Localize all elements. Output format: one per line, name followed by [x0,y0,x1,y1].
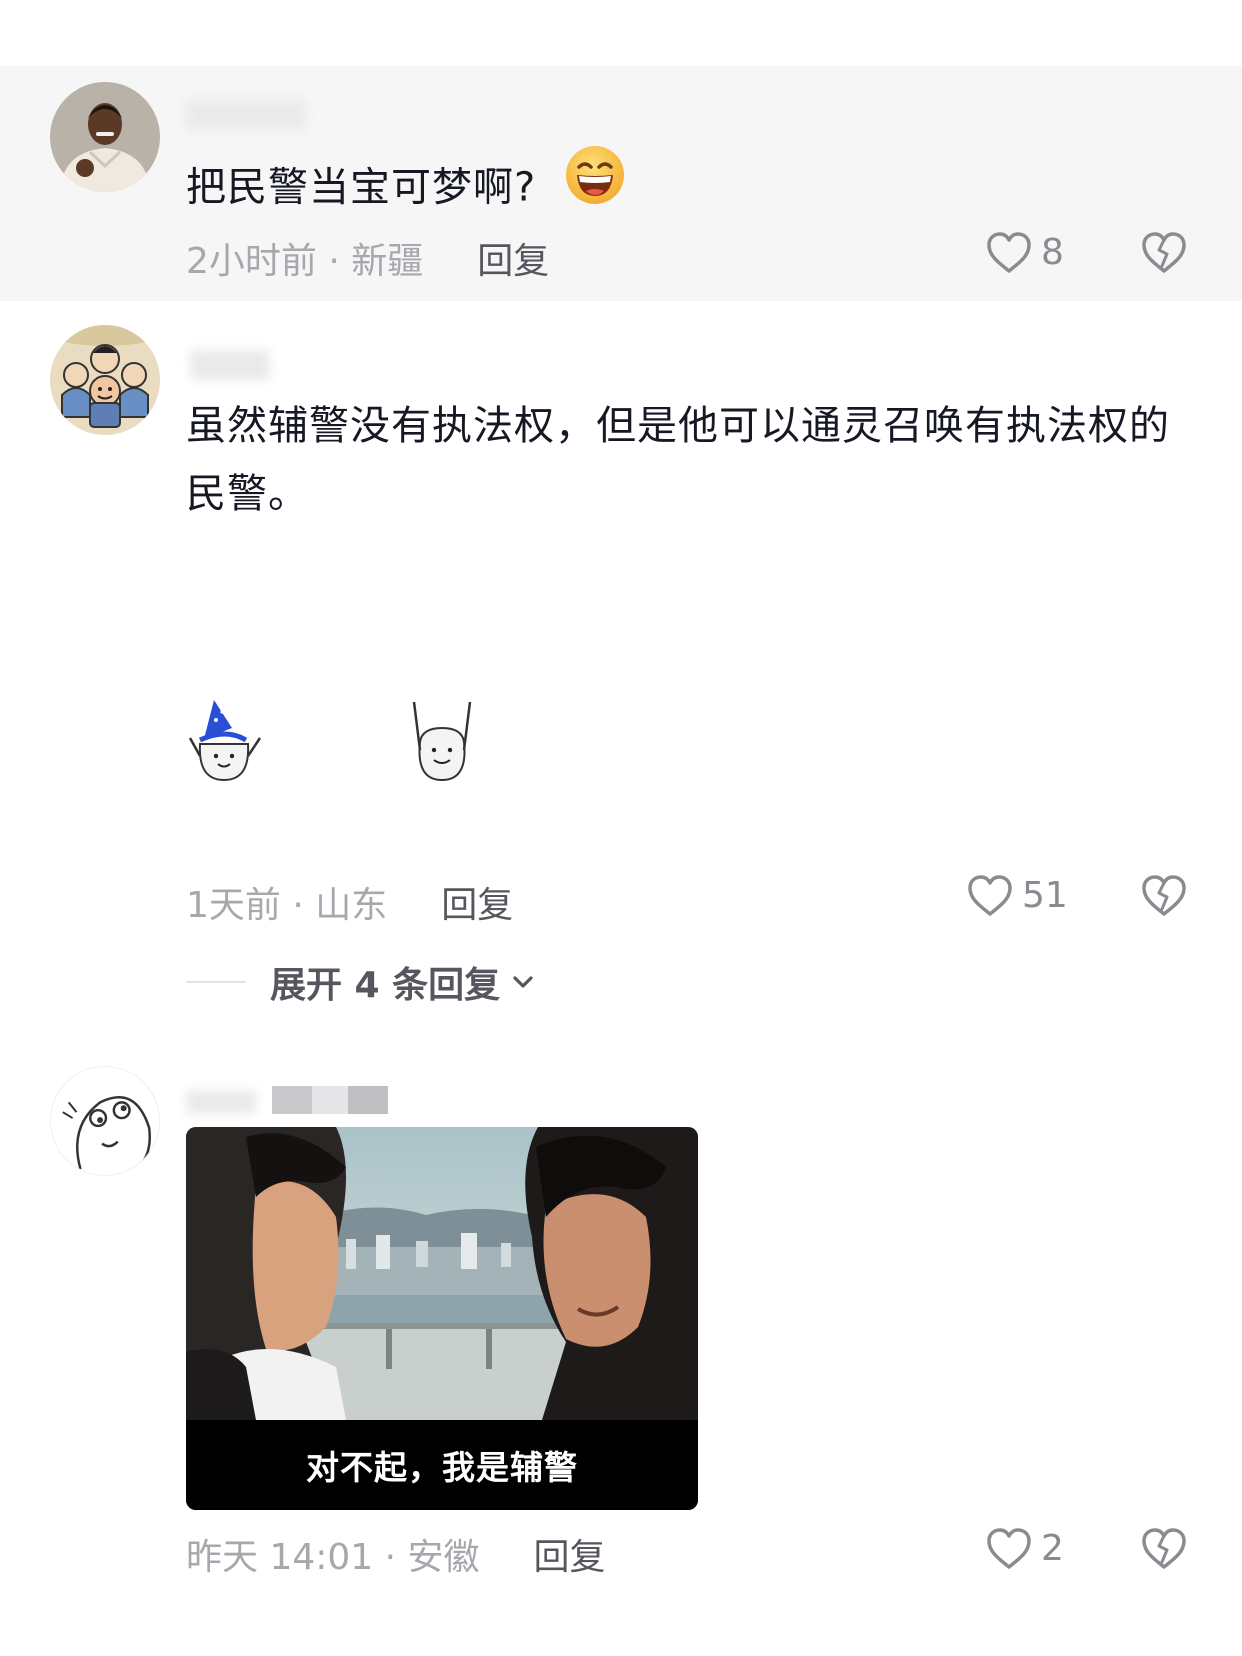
comment-3-meta: 昨天 14:01 · 安徽 回复 [186,1528,606,1580]
expand-replies-button[interactable]: 展开 4 条回复 [186,956,538,1008]
chevron-down-icon [513,976,533,988]
comment-2-time-location: 1天前 · 山东 [186,885,388,926]
broken-heart-icon [1142,1528,1186,1569]
comment-3-dislike-button[interactable] [1140,1526,1188,1574]
comment-3-like-count: 2 [1041,1527,1064,1569]
comment-3-username-pixelated[interactable] [272,1086,388,1114]
comment-2-like-button[interactable]: 51 [966,873,1068,917]
comment-3-reply-button[interactable]: 回复 [534,1528,606,1580]
comment-2-reply-button[interactable]: 回复 [441,876,513,928]
comment-1-like-button[interactable]: 8 [985,230,1064,274]
comment-3-username-blurred-a [186,1090,256,1114]
heart-outline-icon [987,1528,1031,1569]
wizard-hat-cat-sticker [186,694,266,784]
comment-1-text-line: 把民警当宝可梦啊? [186,146,626,231]
heart-outline-icon [987,232,1031,273]
comment-2-dislike-button[interactable] [1140,873,1188,921]
comment-1-text: 把民警当宝可梦啊? [186,164,537,211]
comment-1-reply-button[interactable]: 回复 [477,232,549,284]
comment-2-avatar[interactable] [50,325,160,435]
top-spacer [0,0,1242,66]
broken-heart-icon [1142,232,1186,273]
comment-3-time-location: 昨天 14:01 · 安徽 [186,1537,480,1578]
comment-2-username-blurred[interactable] [190,350,270,380]
image-caption-bar: 对不起，我是辅警 [186,1420,698,1510]
comment-3-avatar[interactable] [50,1066,160,1176]
expand-replies-label: 展开 4 条回复 [270,965,501,1006]
comment-1-meta: 2小时前 · 新疆 回复 [186,232,549,284]
heart-outline-icon [968,875,1012,916]
comment-1-avatar[interactable] [50,82,160,192]
comment-1-time-location: 2小时前 · 新疆 [186,241,424,282]
comment-2-meta: 1天前 · 山东 回复 [186,876,513,928]
hands-up-cat-sticker [404,694,484,784]
comment-2-text: 虽然辅警没有执法权，但是他可以通灵召唤有执法权的民警。 [186,403,1170,517]
movie-still-image [186,1127,698,1420]
comment-1-username-blurred[interactable] [186,100,306,130]
image-caption-text: 对不起，我是辅警 [306,1448,578,1487]
comment-1-like-count: 8 [1041,231,1064,273]
grinning-face-emoji-icon [564,144,626,227]
broken-heart-icon [1142,875,1186,916]
comment-1-dislike-button[interactable] [1140,230,1188,278]
expand-divider [186,981,246,983]
comment-3-like-button[interactable]: 2 [985,1526,1064,1570]
comment-2-like-count: 51 [1022,874,1068,916]
comment-3-image[interactable]: 对不起，我是辅警 [186,1127,698,1510]
